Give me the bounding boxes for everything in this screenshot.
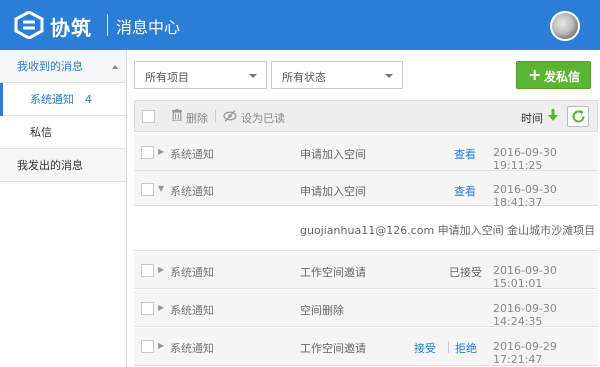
message-type: 系统通知: [170, 148, 214, 161]
message-type: 系统通知: [170, 342, 214, 355]
brand-name: 协筑: [50, 16, 92, 40]
status-badge: 已接受: [449, 266, 482, 279]
sidebar-item-label: 私信: [30, 126, 52, 139]
message-row[interactable]: ▼ 系统通知 申请加入空间 查看 2016-09-30 18:41:37: [134, 171, 598, 209]
active-indicator: [0, 83, 3, 116]
refresh-icon: [572, 110, 585, 123]
message-detail: guojianhua11@126.com 申请加入空间 金山城市沙滩项目: [134, 206, 598, 251]
sidebar-item-sent[interactable]: 我发出的消息: [0, 149, 126, 182]
trash-icon[interactable]: [172, 109, 182, 121]
message-detail-text: guojianhua11@126.com 申请加入空间 金山城市沙滩项目: [300, 224, 596, 237]
logo-icon: [14, 11, 44, 39]
page-title: 消息中心: [116, 18, 181, 37]
message-title: 申请加入空间: [300, 148, 366, 161]
message-row[interactable]: ▶ 系统通知 工作空间邀请 接受 拒绝 2016-09-29 17:21:47: [134, 328, 598, 366]
accept-link[interactable]: 接受: [414, 340, 436, 356]
message-row[interactable]: ▶ 系统通知 申请加入空间 查看 2016-09-30 19:11:25: [134, 134, 598, 172]
select-value: 所有项目: [145, 71, 189, 84]
view-link[interactable]: 查看: [454, 183, 476, 199]
message-time: 2016-09-30 19:11:25: [493, 146, 557, 172]
row-checkbox[interactable]: [141, 146, 154, 159]
chevron-up-icon: [112, 65, 118, 69]
avatar[interactable]: [550, 11, 580, 41]
arrow-down-icon[interactable]: [548, 109, 558, 122]
top-header: 协筑 消息中心: [0, 0, 600, 50]
message-title: 申请加入空间: [300, 185, 366, 198]
plus-icon: +: [528, 65, 542, 84]
message-toolbar: 删除 设为已读 时间: [134, 100, 598, 132]
chevron-down-icon: [385, 74, 393, 78]
caret-right-icon[interactable]: ▶: [158, 303, 164, 312]
sidebar-item-received[interactable]: 我收到的消息: [0, 50, 126, 83]
message-time: 2016-09-30 15:01:01: [493, 264, 557, 290]
sort-by-time[interactable]: 时间: [521, 110, 543, 126]
row-checkbox[interactable]: [141, 340, 154, 353]
unread-count-badge: 4: [85, 93, 92, 106]
sidebar-item-label: 我发出的消息: [17, 159, 83, 172]
message-title: 空间删除: [300, 304, 344, 317]
reject-link[interactable]: 拒绝: [455, 340, 477, 356]
row-checkbox[interactable]: [141, 183, 154, 196]
chevron-down-icon: [249, 74, 257, 78]
row-checkbox[interactable]: [141, 264, 154, 277]
project-filter-select[interactable]: 所有项目: [134, 61, 267, 89]
sidebar-item-private[interactable]: 私信: [0, 116, 126, 149]
message-type: 系统通知: [170, 304, 214, 317]
caret-right-icon[interactable]: ▶: [158, 265, 164, 274]
toolbar-divider: [215, 110, 216, 123]
message-title: 工作空间邀请: [300, 342, 366, 355]
select-all-checkbox[interactable]: [142, 110, 155, 123]
message-time: 2016-09-30 14:24:35: [493, 302, 557, 328]
mark-read-button[interactable]: 设为已读: [241, 110, 285, 126]
message-time: 2016-09-29 17:21:47: [493, 340, 557, 366]
message-row[interactable]: ▶ 系统通知 工作空间邀请 已接受 2016-09-30 15:01:01: [134, 252, 598, 290]
select-value: 所有状态: [282, 71, 326, 84]
status-filter-select[interactable]: 所有状态: [271, 61, 403, 89]
refresh-button[interactable]: [567, 106, 589, 127]
view-link[interactable]: 查看: [454, 146, 476, 162]
caret-down-icon[interactable]: ▼: [158, 184, 164, 193]
send-private-message-button[interactable]: + 发私信: [516, 61, 591, 89]
row-checkbox[interactable]: [141, 302, 154, 315]
sidebar: 我收到的消息 系统通知 4 私信 我发出的消息: [0, 50, 127, 367]
sidebar-item-label: 我收到的消息: [17, 60, 83, 73]
caret-right-icon[interactable]: ▶: [158, 147, 164, 156]
sidebar-item-label: 系统通知: [30, 93, 74, 106]
message-type: 系统通知: [170, 185, 214, 198]
eye-slash-icon[interactable]: [223, 109, 237, 123]
message-type: 系统通知: [170, 266, 214, 279]
caret-right-icon[interactable]: ▶: [158, 341, 164, 350]
delete-button[interactable]: 删除: [186, 110, 208, 126]
button-label: 发私信: [544, 70, 581, 84]
sidebar-item-system-notice[interactable]: 系统通知 4: [0, 83, 126, 116]
message-row[interactable]: ▶ 系统通知 空间删除 2016-09-30 14:24:35: [134, 290, 598, 328]
action-divider: [448, 341, 449, 353]
message-title: 工作空间邀请: [300, 266, 366, 279]
header-divider: [107, 14, 108, 36]
